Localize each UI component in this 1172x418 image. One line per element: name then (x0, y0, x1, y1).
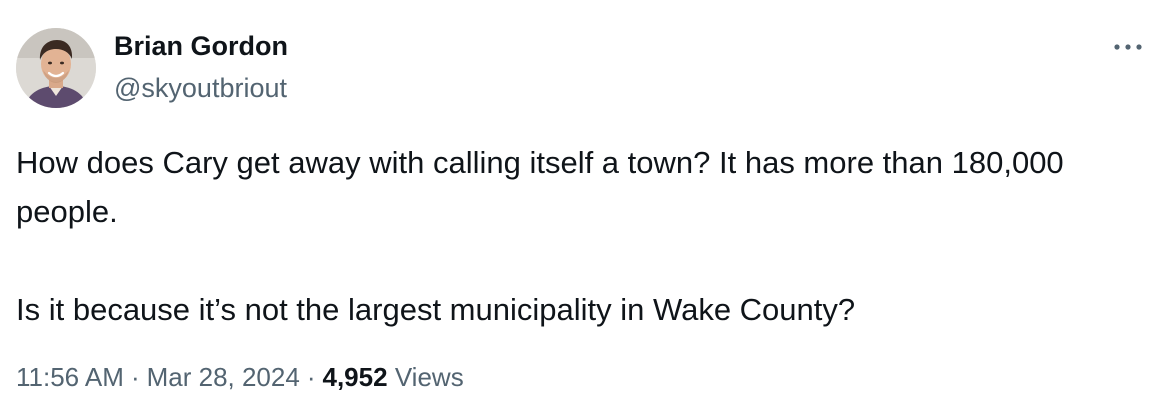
views-label[interactable]: Views (395, 362, 464, 392)
tweet-time[interactable]: 11:56 AM (16, 362, 124, 392)
tweet-text: How does Cary get away with calling itse… (16, 145, 1064, 327)
meta-separator: · (130, 362, 140, 392)
tweet-meta: 11:56 AM · Mar 28, 2024 · 4,952 Views (16, 360, 464, 394)
author-name[interactable]: Brian Gordon (114, 29, 288, 63)
views-count[interactable]: 4,952 (323, 362, 388, 392)
tweet-card: Brian Gordon @skyoutbriout How does Cary… (0, 0, 1172, 418)
author-avatar[interactable] (16, 28, 96, 108)
more-options-button[interactable] (1110, 36, 1146, 58)
tweet-date[interactable]: Mar 28, 2024 (147, 362, 300, 392)
more-horizontal-icon (1114, 44, 1142, 50)
avatar-photo-icon (16, 28, 96, 108)
meta-separator: · (306, 362, 316, 392)
author-handle[interactable]: @skyoutbriout (114, 71, 287, 105)
